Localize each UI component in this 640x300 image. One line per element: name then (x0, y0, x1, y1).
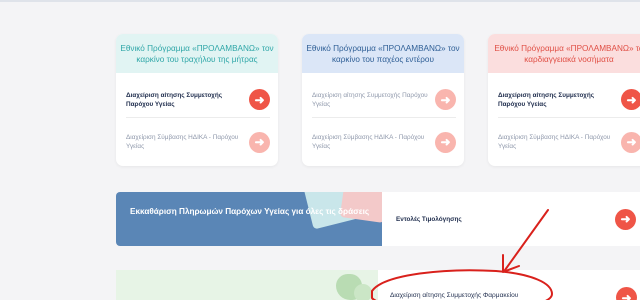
decor-shape (354, 284, 372, 300)
card-link-contract[interactable]: Διαχείριση Σύμβασης ΗΔΙΚΑ - Παρόχου Υγεί… (498, 124, 640, 160)
arrow-right-icon[interactable]: ➜ (615, 208, 636, 230)
card-link-participation[interactable]: Διαχείριση αίτησης Συμμετοχής Παρόχου Υγ… (126, 82, 270, 118)
top-divider (0, 0, 640, 2)
card-link-label: Διαχείριση Σύμβασης ΗΔΙΚΑ - Παρόχου Υγεί… (126, 134, 239, 150)
card-title: Εθνικό Πρόγραμμα «ΠΡΟΛΑΜΒΑΝΩ» τον καρκίν… (116, 34, 278, 73)
billing-orders-link[interactable]: Εντολές Τιμολόγησης ➜ (382, 192, 640, 246)
card-link-label: Διαχείριση Σύμβασης ΗΔΙΚΑ - Παρόχου Υγεί… (312, 134, 425, 150)
program-card-cardiovascular: Εθνικό Πρόγραμμα «ΠΡΟΛΑΜΒΑΝΩ» τα καρδιαγ… (488, 34, 640, 166)
card-link-participation[interactable]: Διαχείριση αίτησης Συμμετοχής Παρόχου Υγ… (498, 82, 640, 118)
arrow-right-icon[interactable]: ➜ (249, 131, 270, 153)
arrow-right-icon[interactable]: ➜ (621, 89, 640, 110)
pharmacy-participation-link[interactable]: Διαχείριση αίτησης Συμμετοχής Φαρμακείου… (378, 270, 640, 300)
pharmacy-participation-label: Διαχείριση αίτησης Συμμετοχής Φαρμακείου (390, 292, 519, 299)
arrow-right-icon[interactable]: ➜ (616, 287, 637, 300)
card-link-label: Διαχείριση αίτησης Συμμετοχής Παρόχου Υγ… (498, 91, 595, 108)
card-link-label: Διαχείριση Σύμβασης ΗΔΙΚΑ - Παρόχου Υγεί… (498, 134, 611, 150)
arrow-right-icon[interactable]: ➜ (435, 89, 456, 110)
panel-image (116, 270, 378, 300)
banner-image: Εκκαθάριση Πληρωμών Παρόχων Υγείας για ό… (116, 192, 382, 246)
arrow-right-icon[interactable]: ➜ (435, 131, 456, 153)
pharmacy-panel: Διαχείριση αίτησης Συμμετοχής Φαρμακείου… (116, 270, 640, 300)
payments-banner: Εκκαθάριση Πληρωμών Παρόχων Υγείας για ό… (116, 192, 640, 246)
program-card-colon: Εθνικό Πρόγραμμα «ΠΡΟΛΑΜΒΑΝΩ» τον καρκίν… (302, 34, 464, 166)
card-link-contract[interactable]: Διαχείριση Σύμβασης ΗΔΙΚΑ - Παρόχου Υγεί… (312, 124, 456, 160)
card-title: Εθνικό Πρόγραμμα «ΠΡΟΛΑΜΒΑΝΩ» τα καρδιαγ… (488, 34, 640, 73)
card-link-label: Διαχείριση αίτησης Συμμετοχής Παρόχου Υγ… (126, 91, 223, 108)
arrow-right-icon[interactable]: ➜ (621, 131, 640, 153)
card-title: Εθνικό Πρόγραμμα «ΠΡΟΛΑΜΒΑΝΩ» τον καρκίν… (302, 34, 464, 73)
arrow-right-icon[interactable]: ➜ (249, 89, 270, 110)
card-link-contract[interactable]: Διαχείριση Σύμβασης ΗΔΙΚΑ - Παρόχου Υγεί… (126, 124, 270, 160)
card-link-participation[interactable]: Διαχείριση αίτησης Συμμετοχής Παρόχου Υγ… (312, 82, 456, 118)
billing-orders-label: Εντολές Τιμολόγησης (396, 215, 462, 223)
program-card-cervical: Εθνικό Πρόγραμμα «ΠΡΟΛΑΜΒΑΝΩ» τον καρκίν… (116, 34, 278, 166)
banner-title: Εκκαθάριση Πληρωμών Παρόχων Υγείας για ό… (130, 207, 370, 216)
card-link-label: Διαχείριση αίτησης Συμμετοχής Παρόχου Υγ… (312, 91, 428, 108)
